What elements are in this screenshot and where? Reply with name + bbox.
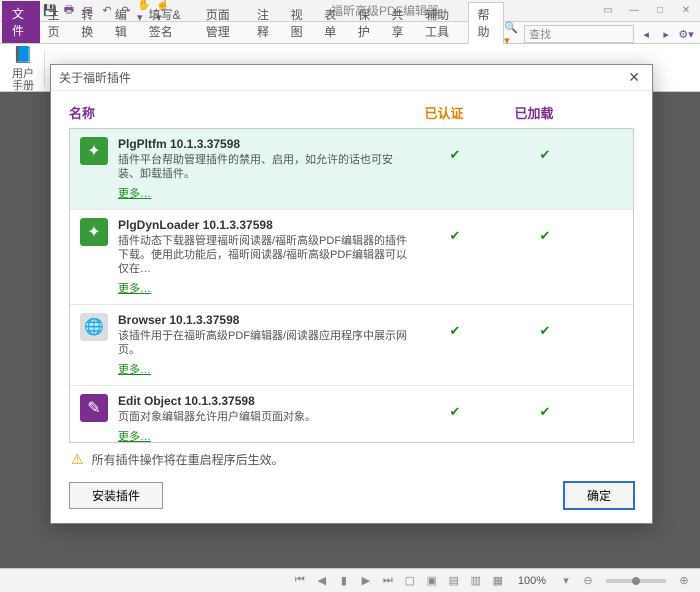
next-page-icon[interactable]: ▶ bbox=[358, 574, 374, 587]
settings-icon[interactable]: ⚙▾ bbox=[678, 26, 694, 42]
tab-protect[interactable]: 保护 bbox=[350, 3, 384, 43]
warning-text: 所有插件操作将在重启程序后生效。 bbox=[92, 451, 284, 468]
user-manual-button[interactable]: 📘 用户 手册 bbox=[6, 42, 40, 94]
loaded-check: ✔ bbox=[500, 137, 590, 201]
certified-check: ✔ bbox=[410, 313, 500, 377]
plugin-list[interactable]: ✦ PlgPltfm 10.1.3.37598 插件平台帮助管理插件的禁用、启用，如… bbox=[69, 128, 634, 443]
plugins-dialog: 关于福昕插件 ✕ 名称 已认证 已加载 ✦ PlgPltfm 10.1.3.375… bbox=[50, 64, 653, 524]
separator bbox=[44, 50, 45, 86]
layout-4-icon[interactable]: ▥ bbox=[468, 574, 484, 587]
tab-home[interactable]: 主页 bbox=[40, 3, 74, 43]
close-window-icon[interactable]: ✕ bbox=[676, 5, 696, 16]
plugin-icon: ✦ bbox=[80, 137, 108, 165]
nav-prev-icon[interactable]: ◂ bbox=[638, 26, 654, 42]
tab-convert[interactable]: 转换 bbox=[73, 3, 107, 43]
search-input[interactable]: 查找 bbox=[524, 25, 634, 43]
plugin-icon: ✎ bbox=[80, 394, 108, 422]
loaded-check: ✔ bbox=[500, 394, 590, 443]
tab-pagemgmt[interactable]: 页面管理 bbox=[198, 3, 249, 43]
layout-2-icon[interactable]: ▣ bbox=[424, 574, 440, 587]
plugin-title: Browser 10.1.3.37598 bbox=[118, 313, 410, 327]
plugin-title: PlgPltfm 10.1.3.37598 bbox=[118, 137, 410, 151]
install-plugin-button[interactable]: 安装插件 bbox=[69, 482, 163, 509]
warning-row: ⚠ 所有插件操作将在重启程序后生效。 bbox=[69, 443, 634, 476]
plugin-desc: 插件平台帮助管理插件的禁用、启用，如允许的话也可安装、卸载插件。 bbox=[118, 153, 410, 181]
page-indicator: ▮ bbox=[336, 574, 352, 587]
zoom-out-icon[interactable]: ⊖ bbox=[580, 574, 596, 587]
tab-help[interactable]: 帮助 bbox=[468, 2, 504, 44]
dialog-titlebar: 关于福昕插件 ✕ bbox=[51, 65, 652, 91]
layout-1-icon[interactable]: ▢ bbox=[402, 574, 418, 587]
zoom-thumb[interactable] bbox=[632, 577, 640, 585]
col-certified: 已认证 bbox=[399, 103, 489, 122]
tab-accessibility[interactable]: 辅助工具 bbox=[417, 3, 468, 43]
plugin-info: Browser 10.1.3.37598 该插件用于在福昕高级PDF编辑器/阅读器… bbox=[118, 313, 410, 377]
tab-edit[interactable]: 编辑 bbox=[107, 3, 141, 43]
dialog-title: 关于福昕插件 bbox=[59, 69, 131, 86]
certified-check: ✔ bbox=[410, 218, 500, 296]
window-controls: ▭ — □ ✕ bbox=[598, 5, 696, 16]
col-name: 名称 bbox=[69, 103, 399, 122]
more-link[interactable]: 更多… bbox=[118, 361, 151, 377]
plugin-row[interactable]: ✦ PlgPltfm 10.1.3.37598 插件平台帮助管理插件的禁用、启用，如… bbox=[70, 129, 633, 210]
tab-comment[interactable]: 注释 bbox=[249, 3, 283, 43]
zoom-in-icon[interactable]: ⊕ bbox=[676, 574, 692, 587]
search-area: 🔍▾ 查找 ◂ ▸ ⚙▾ bbox=[504, 25, 700, 43]
nav-next-icon[interactable]: ▸ bbox=[658, 26, 674, 42]
zoom-slider[interactable] bbox=[606, 579, 666, 583]
manual-icon: 📘 bbox=[12, 44, 34, 66]
certified-check: ✔ bbox=[410, 137, 500, 201]
dialog-body: 名称 已认证 已加载 ✦ PlgPltfm 10.1.3.37598 插件平台帮助管… bbox=[51, 91, 652, 476]
manual-label: 用户 手册 bbox=[12, 68, 34, 92]
plugin-icon: 🌐 bbox=[80, 313, 108, 341]
ribbon-min-icon[interactable]: ▭ bbox=[598, 5, 618, 16]
layout-5-icon[interactable]: ▦ bbox=[490, 574, 506, 587]
search-placeholder: 查找 bbox=[529, 26, 551, 42]
ok-button[interactable]: 确定 bbox=[564, 482, 634, 509]
plugin-row[interactable]: ✦ PlgDynLoader 10.1.3.37598 插件动态下载器管理福昕阅读器… bbox=[70, 210, 633, 305]
layout-3-icon[interactable]: ▤ bbox=[446, 574, 462, 587]
warning-icon: ⚠ bbox=[71, 451, 84, 468]
plugin-desc: 插件动态下载器管理福昕阅读器/福昕高级PDF编辑器的插件下载。使用此功能后，福昕… bbox=[118, 234, 410, 276]
plugin-row[interactable]: ✎ Edit Object 10.1.3.37598 页面对象编辑器允许用户编辑页面… bbox=[70, 386, 633, 443]
plugin-title: PlgDynLoader 10.1.3.37598 bbox=[118, 218, 410, 232]
dialog-buttons: 安装插件 确定 bbox=[51, 476, 652, 523]
zoom-dropdown-icon[interactable]: ▾ bbox=[558, 574, 574, 587]
plugin-info: PlgDynLoader 10.1.3.37598 插件动态下载器管理福昕阅读器/… bbox=[118, 218, 410, 296]
column-headers: 名称 已认证 已加载 bbox=[69, 99, 634, 128]
loaded-check: ✔ bbox=[500, 313, 590, 377]
prev-page-icon[interactable]: ◀ bbox=[314, 574, 330, 587]
tab-share[interactable]: 共享 bbox=[384, 3, 418, 43]
loaded-check: ✔ bbox=[500, 218, 590, 296]
plugin-desc: 该插件用于在福昕高级PDF编辑器/阅读器应用程序中展示网页。 bbox=[118, 329, 410, 357]
plugin-info: PlgPltfm 10.1.3.37598 插件平台帮助管理插件的禁用、启用，如允… bbox=[118, 137, 410, 201]
more-link[interactable]: 更多… bbox=[118, 280, 151, 296]
search-mode-icon[interactable]: 🔍▾ bbox=[504, 26, 520, 42]
plugin-row[interactable]: 🌐 Browser 10.1.3.37598 该插件用于在福昕高级PDF编辑器/阅读… bbox=[70, 305, 633, 386]
last-page-icon[interactable]: ⏭ bbox=[380, 574, 396, 587]
maximize-icon[interactable]: □ bbox=[650, 5, 670, 16]
tab-form[interactable]: 表单 bbox=[316, 3, 350, 43]
status-bar: ⏮ ◀ ▮ ▶ ⏭ ▢ ▣ ▤ ▥ ▦ 100% ▾ ⊖ ⊕ bbox=[0, 568, 700, 592]
more-link[interactable]: 更多… bbox=[118, 185, 151, 201]
tab-view[interactable]: 视图 bbox=[283, 3, 317, 43]
zoom-label: 100% bbox=[518, 575, 546, 587]
ribbon-tabs: 文件 主页 转换 编辑 填写&签名 页面管理 注释 视图 表单 保护 共享 辅助… bbox=[0, 22, 700, 44]
plugin-info: Edit Object 10.1.3.37598 页面对象编辑器允许用户编辑页面对… bbox=[118, 394, 410, 443]
plugin-title: Edit Object 10.1.3.37598 bbox=[118, 394, 410, 408]
tab-fillsign[interactable]: 填写&签名 bbox=[141, 3, 198, 43]
more-link[interactable]: 更多… bbox=[118, 428, 151, 443]
plugin-desc: 页面对象编辑器允许用户编辑页面对象。 bbox=[118, 410, 410, 424]
close-icon[interactable]: ✕ bbox=[624, 69, 644, 86]
tab-file[interactable]: 文件 bbox=[2, 1, 40, 43]
certified-check: ✔ bbox=[410, 394, 500, 443]
minimize-icon[interactable]: — bbox=[624, 5, 644, 16]
plugin-icon: ✦ bbox=[80, 218, 108, 246]
first-page-icon[interactable]: ⏮ bbox=[292, 574, 308, 587]
col-loaded: 已加载 bbox=[489, 103, 579, 122]
